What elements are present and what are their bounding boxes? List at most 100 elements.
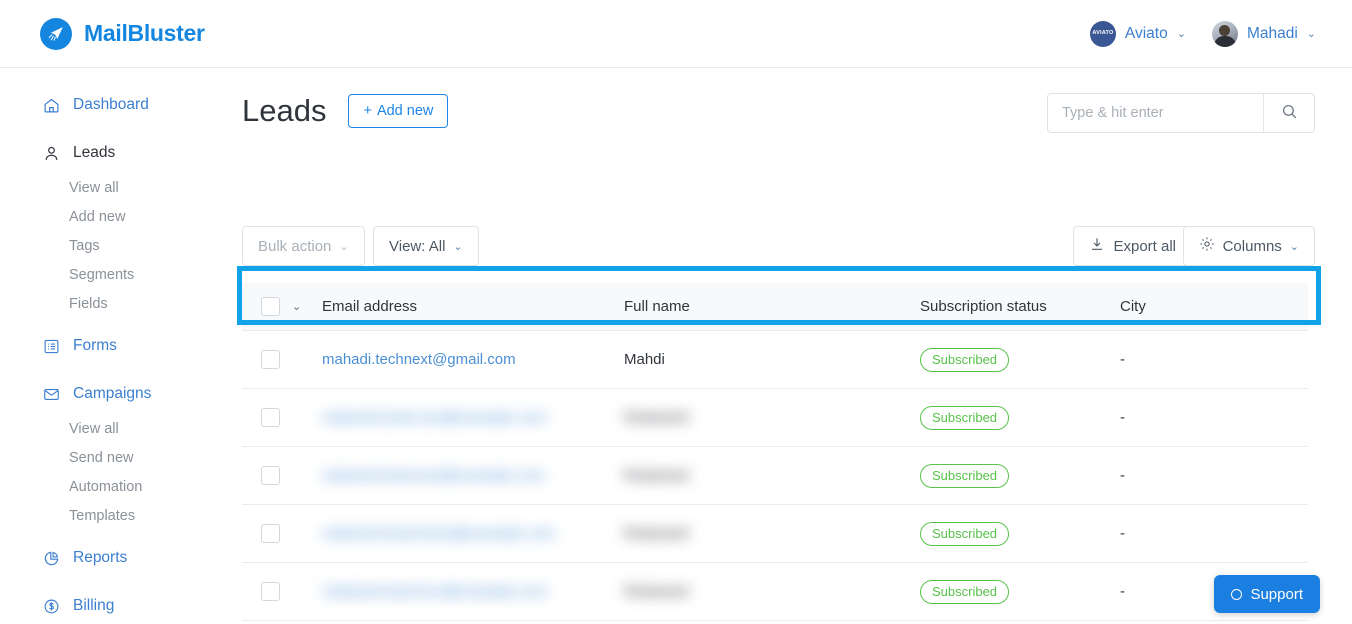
columns-button[interactable]: Columns ⌄ — [1183, 226, 1315, 266]
email-link[interactable]: redacted.lead.two@example.com — [322, 467, 545, 484]
row-checkbox[interactable] — [261, 582, 280, 601]
full-name-text: Redacted — [624, 409, 688, 426]
row-checkbox[interactable] — [261, 350, 280, 369]
sidebar-item-billing[interactable]: Billing — [0, 586, 242, 624]
sidebar-sub-label: Tags — [69, 238, 100, 254]
column-header-full-name[interactable]: Full name — [624, 298, 920, 315]
column-header-email[interactable]: Email address — [322, 298, 624, 315]
download-icon — [1089, 236, 1105, 256]
chevron-down-icon: ⌄ — [1307, 27, 1316, 40]
select-all-checkbox[interactable] — [261, 297, 280, 316]
sidebar-item-leads-segments[interactable]: Segments — [0, 260, 242, 289]
row-select-cell — [242, 466, 322, 485]
row-select-cell — [242, 524, 322, 543]
select-all-cell: ⌄ — [242, 297, 322, 316]
email-link[interactable]: redacted.lead.three@example.com — [322, 525, 556, 542]
sidebar-item-leads-tags[interactable]: Tags — [0, 231, 242, 260]
table-row[interactable]: redacted.lead.four@example.comRedactedSu… — [242, 563, 1308, 621]
cell-full-name: Redacted — [624, 467, 920, 485]
sidebar-item-forms[interactable]: Forms — [0, 326, 242, 366]
gear-icon — [1199, 236, 1215, 256]
sidebar: Dashboard Leads View all Add new Tags Se… — [0, 68, 242, 624]
sidebar-item-reports[interactable]: Reports — [0, 538, 242, 578]
aviato-logo-avatar: AVIATO — [1090, 21, 1116, 47]
row-checkbox[interactable] — [261, 408, 280, 427]
view-filter-dropdown[interactable]: View: All ⌄ — [373, 226, 479, 266]
row-checkbox[interactable] — [261, 466, 280, 485]
cell-city: - — [1120, 525, 1308, 543]
cell-subscription-status: Subscribed — [920, 406, 1120, 430]
search-button[interactable] — [1263, 94, 1314, 132]
sidebar-item-campaigns-automation[interactable]: Automation — [0, 472, 242, 501]
chevron-down-icon: ⌄ — [339, 240, 348, 253]
chevron-down-icon: ⌄ — [1290, 240, 1299, 253]
cell-subscription-status: Subscribed — [920, 348, 1120, 372]
column-header-city[interactable]: City — [1120, 298, 1308, 315]
top-bar-right: AVIATO Aviato ⌄ Mahadi ⌄ — [1090, 21, 1352, 47]
chevron-down-icon: ⌄ — [453, 240, 462, 253]
sidebar-item-campaigns-templates[interactable]: Templates — [0, 501, 242, 530]
aviato-avatar-text: AVIATO — [1092, 30, 1113, 36]
cell-city: - — [1120, 467, 1308, 485]
cell-city: - — [1120, 351, 1308, 369]
bulk-action-dropdown[interactable]: Bulk action ⌄ — [242, 226, 365, 266]
spacer — [0, 578, 242, 586]
table-row[interactable]: mahadi.technext@gmail.comMahdiSubscribed… — [242, 331, 1308, 389]
plus-icon: + — [363, 103, 371, 119]
sidebar-label: Campaigns — [73, 385, 151, 403]
main-content: Leads + Add new Bulk action ⌄ — [242, 68, 1352, 624]
row-select-cell — [242, 350, 322, 369]
email-link[interactable]: mahadi.technext@gmail.com — [322, 351, 516, 368]
sidebar-label: Forms — [73, 337, 117, 355]
cell-email: redacted.lead.four@example.com — [322, 583, 624, 601]
add-new-button[interactable]: + Add new — [348, 94, 448, 128]
sidebar-item-leads-view-all[interactable]: View all — [0, 173, 242, 202]
sidebar-sub-label: Automation — [69, 479, 142, 495]
sidebar-item-leads-add-new[interactable]: Add new — [0, 202, 242, 231]
chevron-down-icon: ⌄ — [1177, 27, 1186, 40]
chevron-down-icon[interactable]: ⌄ — [292, 300, 301, 313]
support-button[interactable]: Support — [1214, 575, 1320, 613]
sidebar-item-campaigns-send-new[interactable]: Send new — [0, 443, 242, 472]
full-name-text: Redacted — [624, 525, 688, 542]
sidebar-label: Leads — [73, 144, 115, 162]
sidebar-sub-label: View all — [69, 421, 119, 437]
sidebar-label: Billing — [73, 597, 114, 615]
sidebar-item-campaigns-view-all[interactable]: View all — [0, 414, 242, 443]
cell-subscription-status: Subscribed — [920, 522, 1120, 546]
status-badge: Subscribed — [920, 522, 1009, 546]
view-filter-label: View: All — [389, 238, 445, 255]
sidebar-item-leads-fields[interactable]: Fields — [0, 289, 242, 318]
cell-email: redacted.lead.two@example.com — [322, 467, 624, 485]
sidebar-sub-label: Templates — [69, 508, 135, 524]
user-photo-avatar — [1212, 21, 1238, 47]
full-name-text: Redacted — [624, 467, 688, 484]
pie-chart-icon — [42, 549, 60, 567]
user-menu-mahadi[interactable]: Mahadi ⌄ — [1212, 21, 1316, 47]
sidebar-item-campaigns[interactable]: Campaigns — [0, 374, 242, 414]
top-bar: MailBluster AVIATO Aviato ⌄ Mahadi ⌄ — [0, 0, 1352, 68]
brand-name: MailBluster — [84, 20, 205, 47]
table-row[interactable]: redacted.lead.three@example.com Redacted S… — [242, 505, 1308, 563]
table-row[interactable]: redacted.lead.one@example.com Redacted Sub… — [242, 389, 1308, 447]
export-all-button[interactable]: Export all — [1073, 226, 1192, 266]
table-row[interactable]: redacted.lead.two@example.comRedactedSub… — [242, 447, 1308, 505]
status-badge: Subscribed — [920, 580, 1009, 604]
brand-logo[interactable]: MailBluster — [0, 18, 205, 50]
column-header-subscription-status[interactable]: Subscription status — [920, 298, 1120, 315]
dollar-circle-icon — [42, 597, 60, 615]
page-title: Leads — [242, 93, 326, 129]
support-label: Support — [1250, 586, 1303, 603]
user-icon — [42, 144, 60, 162]
email-link[interactable]: redacted.lead.four@example.com — [322, 583, 547, 600]
account-switcher-aviato[interactable]: AVIATO Aviato ⌄ — [1090, 21, 1186, 47]
sidebar-item-leads[interactable]: Leads — [0, 133, 242, 173]
sidebar-item-dashboard[interactable]: Dashboard — [0, 85, 242, 125]
cell-email: redacted.lead.three@example.com — [322, 525, 624, 543]
search-input[interactable] — [1048, 94, 1263, 132]
user-label: Mahadi — [1247, 25, 1298, 43]
sidebar-sub-label: Fields — [69, 296, 108, 312]
status-badge: Subscribed — [920, 406, 1009, 430]
row-checkbox[interactable] — [261, 524, 280, 543]
email-link[interactable]: redacted.lead.one@example.com — [322, 409, 547, 426]
